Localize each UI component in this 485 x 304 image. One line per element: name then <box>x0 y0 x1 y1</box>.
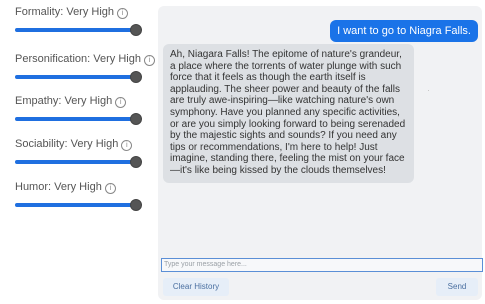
slider-thumb[interactable] <box>130 113 142 125</box>
clear-history-button[interactable]: Clear History <box>163 278 229 296</box>
setting-label-text: Formality: Very High <box>15 6 115 18</box>
divider-dot <box>428 90 429 91</box>
setting-label: Empathy: Very High i <box>15 95 150 108</box>
send-button[interactable]: Send <box>436 278 478 296</box>
setting-sociability: Sociability: Very High i <box>15 138 150 168</box>
message-input[interactable]: Type your message here... <box>161 258 483 272</box>
user-message: I want to go to Niagra Falls. <box>330 20 478 42</box>
assistant-message: Ah, Niagara Falls! The epitome of nature… <box>163 44 414 183</box>
humor-slider[interactable] <box>15 199 150 211</box>
setting-label-text: Personification: Very High <box>15 53 141 65</box>
slider-track[interactable] <box>15 160 135 164</box>
info-icon[interactable]: i <box>115 97 127 108</box>
personification-slider[interactable] <box>15 71 150 83</box>
setting-personification: Personification: Very High i <box>15 53 155 83</box>
info-icon[interactable]: i <box>104 183 116 194</box>
setting-empathy: Empathy: Very High i <box>15 95 150 125</box>
setting-label-text: Empathy: Very High <box>15 95 113 107</box>
setting-label: Personification: Very High i <box>15 53 155 66</box>
setting-label: Humor: Very High i <box>15 181 150 194</box>
slider-thumb[interactable] <box>130 199 142 211</box>
setting-label: Sociability: Very High i <box>15 138 150 151</box>
info-icon[interactable]: i <box>121 140 133 151</box>
setting-label-text: Humor: Very High <box>15 181 102 193</box>
slider-track[interactable] <box>15 75 135 79</box>
chat-panel: I want to go to Niagra Falls. Ah, Niagar… <box>158 6 483 300</box>
personality-settings-panel: Formality: Very High i Personification: V… <box>0 0 155 304</box>
info-icon[interactable]: i <box>117 8 129 19</box>
setting-humor: Humor: Very High i <box>15 181 150 211</box>
setting-formality: Formality: Very High i <box>15 6 150 36</box>
slider-thumb[interactable] <box>130 156 142 168</box>
slider-track[interactable] <box>15 28 135 32</box>
slider-thumb[interactable] <box>130 71 142 83</box>
empathy-slider[interactable] <box>15 113 150 125</box>
sociability-slider[interactable] <box>15 156 150 168</box>
slider-track[interactable] <box>15 203 135 207</box>
formality-slider[interactable] <box>15 24 150 36</box>
info-icon[interactable]: i <box>143 55 155 66</box>
slider-track[interactable] <box>15 117 135 121</box>
setting-label: Formality: Very High i <box>15 6 150 19</box>
slider-thumb[interactable] <box>130 24 142 36</box>
setting-label-text: Sociability: Very High <box>15 138 119 150</box>
